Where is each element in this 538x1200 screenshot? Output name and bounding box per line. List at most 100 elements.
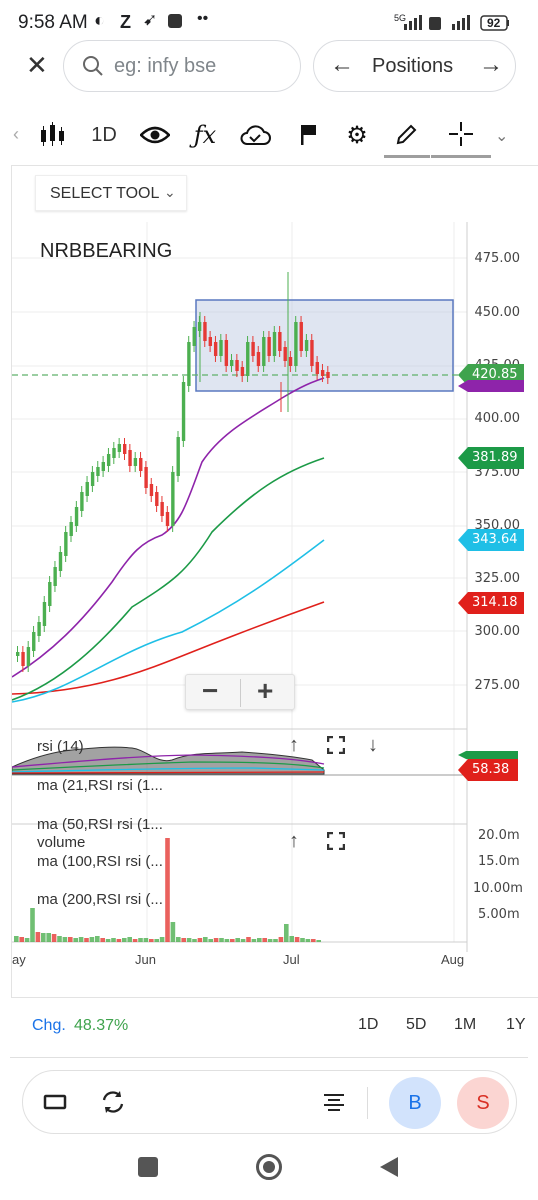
- volume-bar: [84, 938, 89, 942]
- function-icon[interactable]: ƒx: [189, 112, 221, 158]
- chevron-down-icon[interactable]: ⌄: [495, 126, 508, 146]
- volume-bar: [89, 937, 95, 942]
- rsi-ma200-label: ma (200,RSI rsi (...: [37, 891, 163, 908]
- gear-icon[interactable]: ⚙: [343, 112, 371, 158]
- select-tool-label: SELECT TOOL: [50, 185, 160, 202]
- crosshair-icon[interactable]: [431, 112, 491, 158]
- candle-body: [299, 322, 303, 351]
- volume-bar: [132, 939, 138, 942]
- rsi-ma21-label: ma (21,RSI rsi (1...: [37, 777, 163, 794]
- align-center-icon[interactable]: [323, 1093, 345, 1113]
- select-tool-dropdown[interactable]: SELECT TOOL ⌄: [35, 175, 187, 211]
- volume-bar: [311, 939, 316, 942]
- volume-bar: [78, 937, 84, 942]
- flag-icon[interactable]: [295, 112, 321, 158]
- price-tick: 450.00: [474, 305, 521, 320]
- volume-bar: [116, 939, 122, 942]
- volume-bar: [316, 940, 321, 942]
- search-input[interactable]: eg: infy bse: [63, 40, 301, 92]
- zoom-in-button[interactable]: +: [257, 675, 273, 707]
- candle-body: [96, 467, 100, 476]
- candle-body: [310, 340, 314, 366]
- recents-button[interactable]: [138, 1157, 158, 1177]
- candle-body: [123, 444, 127, 454]
- candle-body: [267, 337, 271, 356]
- chevron-left-icon[interactable]: ‹: [13, 124, 19, 145]
- volume-bar: [14, 936, 19, 942]
- volume-tick: 10.00m: [473, 881, 523, 896]
- eye-icon[interactable]: [139, 112, 171, 158]
- volume-bar: [57, 936, 62, 942]
- change-value: 48.37%: [74, 1017, 129, 1034]
- candle-body: [144, 467, 148, 488]
- candle-body: [112, 448, 116, 458]
- rsi-label: rsi (14): [37, 738, 84, 755]
- ma100-price-tag: 343.64: [458, 529, 524, 551]
- candlestick-icon[interactable]: [38, 112, 68, 158]
- candle-body: [85, 482, 89, 496]
- refresh-icon[interactable]: [100, 1089, 126, 1115]
- move-up-icon[interactable]: ↑: [289, 734, 299, 757]
- range-1y-button[interactable]: 1Y: [506, 1016, 526, 1034]
- maximize-icon[interactable]: [326, 735, 346, 759]
- candle-body: [58, 552, 63, 571]
- arrow-right-icon[interactable]: →: [479, 51, 503, 79]
- sell-button[interactable]: S: [457, 1077, 509, 1129]
- candle-body: [251, 342, 255, 356]
- volume-bar: [213, 938, 219, 942]
- volume-bar: [35, 932, 41, 942]
- back-button[interactable]: [378, 1155, 400, 1179]
- rectangle-drawing: [195, 299, 454, 392]
- volume-bar: [267, 939, 273, 942]
- volume-bar: [257, 938, 262, 942]
- range-1m-button[interactable]: 1M: [454, 1016, 476, 1034]
- volume-bar: [159, 937, 165, 942]
- volume-bar: [122, 938, 127, 942]
- pencil-icon[interactable]: [384, 112, 430, 158]
- move-up-icon[interactable]: ↑: [289, 830, 299, 853]
- close-icon[interactable]: ✕: [26, 50, 48, 81]
- buy-button[interactable]: B: [389, 1077, 441, 1129]
- search-placeholder: eg: infy bse: [114, 55, 217, 77]
- candle-body: [176, 437, 180, 476]
- buy-label: B: [408, 1091, 422, 1114]
- ma200-price-tag: 314.18: [458, 592, 524, 614]
- volume-bar: [176, 937, 181, 942]
- candle-body: [160, 502, 164, 516]
- volume-bar: [230, 939, 235, 942]
- volume-bar: [294, 937, 300, 942]
- range-5d-button[interactable]: 5D: [406, 1016, 426, 1034]
- volume-bar: [138, 938, 143, 942]
- ma21-line: [12, 377, 325, 678]
- landscape-icon[interactable]: [43, 1093, 67, 1111]
- volume-tick: 15.0m: [478, 854, 520, 869]
- price-tick: 275.00: [474, 678, 521, 693]
- candle-body: [278, 332, 282, 351]
- search-icon: [83, 56, 103, 76]
- volume-label: volume: [37, 834, 86, 851]
- candle-body: [48, 582, 52, 606]
- candle-body: [326, 372, 330, 378]
- signal-icon: [404, 15, 509, 31]
- price-tick: 475.00: [474, 251, 521, 266]
- change-label: Chg.: [32, 1017, 66, 1034]
- rsi-ma50-label: ma (50,RSI rsi (1...: [37, 816, 163, 833]
- volume-bar: [273, 939, 278, 942]
- volume-bar: [208, 939, 213, 942]
- action-bar: B S: [22, 1070, 517, 1134]
- volume-bar: [219, 938, 224, 942]
- positions-nav[interactable]: ← Positions →: [313, 40, 516, 92]
- move-down-icon[interactable]: ↓: [368, 734, 378, 757]
- range-1d-button[interactable]: 1D: [358, 1016, 378, 1034]
- interval-selector[interactable]: 1D: [88, 112, 120, 158]
- cloud-check-icon[interactable]: [238, 112, 272, 158]
- positions-label[interactable]: Positions: [372, 55, 453, 78]
- arrow-left-icon[interactable]: ←: [330, 51, 354, 79]
- zoom-out-button[interactable]: −: [202, 675, 218, 707]
- volume-bar: [203, 937, 208, 942]
- home-button[interactable]: [256, 1154, 282, 1180]
- candle-body: [74, 507, 79, 526]
- maximize-icon[interactable]: [326, 831, 346, 855]
- volume-bar: [305, 939, 311, 942]
- volume-bar: [165, 838, 170, 942]
